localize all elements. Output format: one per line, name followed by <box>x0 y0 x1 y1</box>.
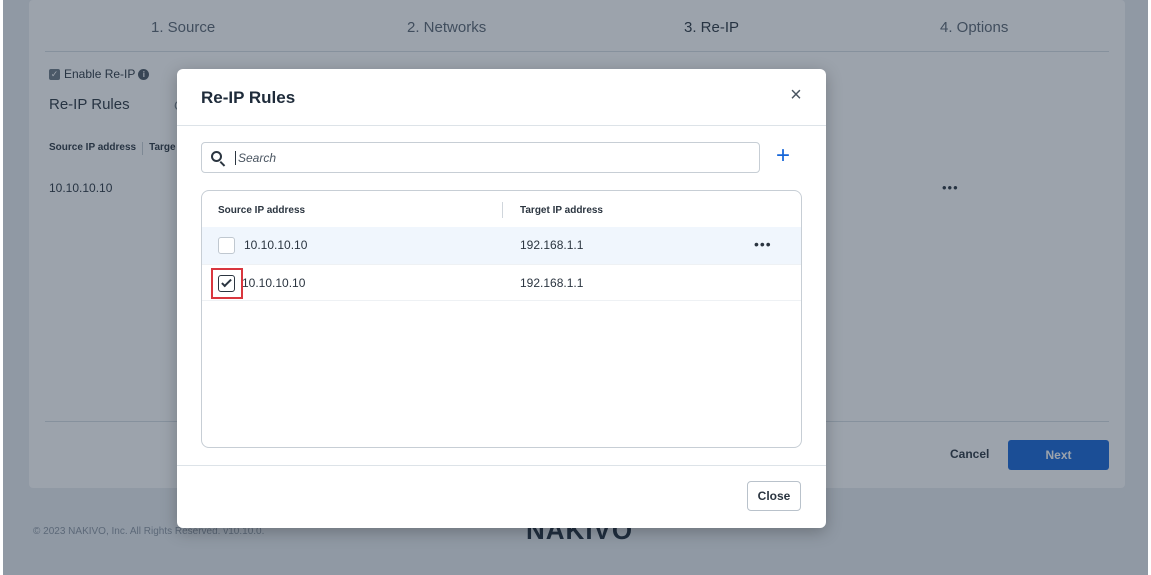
column-header-source[interactable]: Source IP address <box>218 205 305 216</box>
dialog-header-divider <box>177 125 826 126</box>
table-row[interactable]: 10.10.10.10 192.168.1.1 ••• <box>202 227 801 264</box>
cell-source-ip: 10.10.10.10 <box>244 238 308 252</box>
table-row[interactable]: 10.10.10.10 192.168.1.1 <box>202 264 801 301</box>
search-icon <box>210 150 226 167</box>
dialog-footer-divider <box>177 465 826 466</box>
column-header-target[interactable]: Target IP address <box>520 205 603 216</box>
cell-target-ip: 192.168.1.1 <box>520 276 584 290</box>
checkbox-highlight-box <box>211 268 243 299</box>
reip-rules-dialog: Re-IP Rules × + Source IP address Target… <box>177 69 826 528</box>
row-checkbox[interactable] <box>218 237 235 254</box>
column-separator <box>502 202 503 218</box>
search-box[interactable] <box>201 142 760 173</box>
cell-source-ip: 10.10.10.10 <box>242 276 306 290</box>
close-icon[interactable]: × <box>785 84 807 106</box>
more-actions-icon[interactable]: ••• <box>754 236 772 252</box>
cell-target-ip: 192.168.1.1 <box>520 238 584 252</box>
rules-table: Source IP address Target IP address 10.1… <box>201 190 802 448</box>
add-rule-button[interactable]: + <box>771 144 795 169</box>
search-input[interactable] <box>235 150 735 165</box>
dialog-title: Re-IP Rules <box>201 88 296 107</box>
close-button[interactable]: Close <box>747 481 801 511</box>
